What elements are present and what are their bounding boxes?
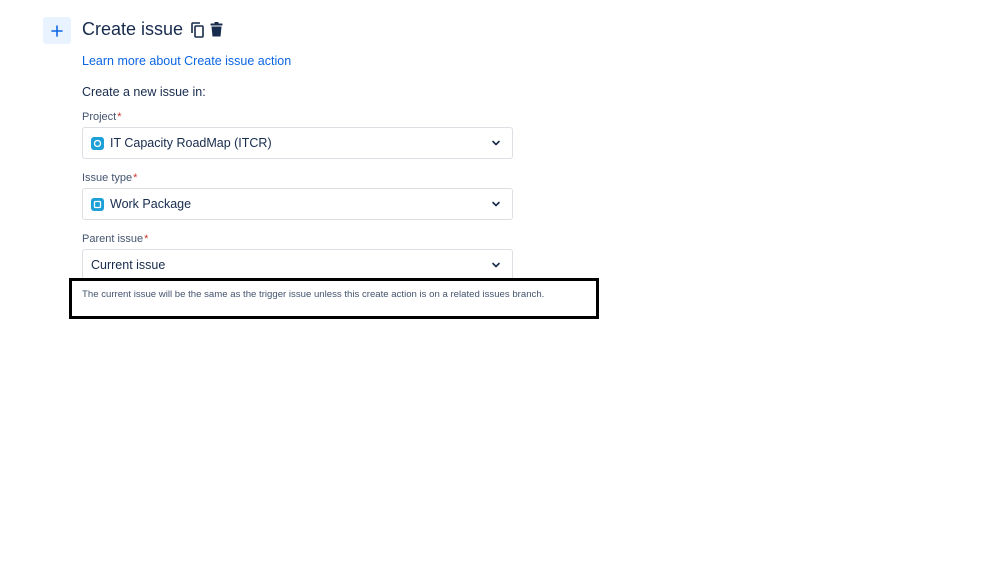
project-value: IT Capacity RoadMap (ITCR) <box>110 136 272 150</box>
required-marker: * <box>117 111 122 123</box>
plus-icon <box>51 24 63 37</box>
chevron-down-icon <box>492 262 500 268</box>
issue-type-select[interactable]: Work Package <box>82 188 513 220</box>
parent-issue-value: Current issue <box>91 258 166 272</box>
project-icon <box>91 136 104 150</box>
learn-more-link[interactable]: Learn more about Create issue action <box>82 54 291 68</box>
add-action-button[interactable] <box>43 17 71 44</box>
issue-type-icon <box>91 197 104 211</box>
required-marker: * <box>144 233 149 245</box>
project-label-text: Project <box>82 111 117 123</box>
parent-issue-helper-text: The current issue will be the same as th… <box>82 289 545 300</box>
project-select[interactable]: IT Capacity RoadMap (ITCR) <box>82 127 513 159</box>
chevron-down-icon <box>492 140 500 146</box>
action-header: Create issue <box>82 19 223 40</box>
page-title: Create issue <box>82 19 184 39</box>
copy-icon[interactable] <box>191 21 204 38</box>
parent-issue-label-text: Parent issue <box>82 233 144 245</box>
chevron-down-icon <box>492 201 500 207</box>
issue-type-label-text: Issue type <box>82 172 133 184</box>
intro-text: Create a new issue in: <box>82 85 206 99</box>
parent-issue-select[interactable]: Current issue <box>82 249 513 281</box>
parent-issue-label: Parent issue* <box>82 233 148 245</box>
issue-type-value: Work Package <box>110 197 192 211</box>
required-marker: * <box>133 172 138 184</box>
issue-type-label: Issue type* <box>82 172 137 184</box>
trash-icon[interactable] <box>210 22 223 37</box>
project-label: Project* <box>82 111 122 123</box>
